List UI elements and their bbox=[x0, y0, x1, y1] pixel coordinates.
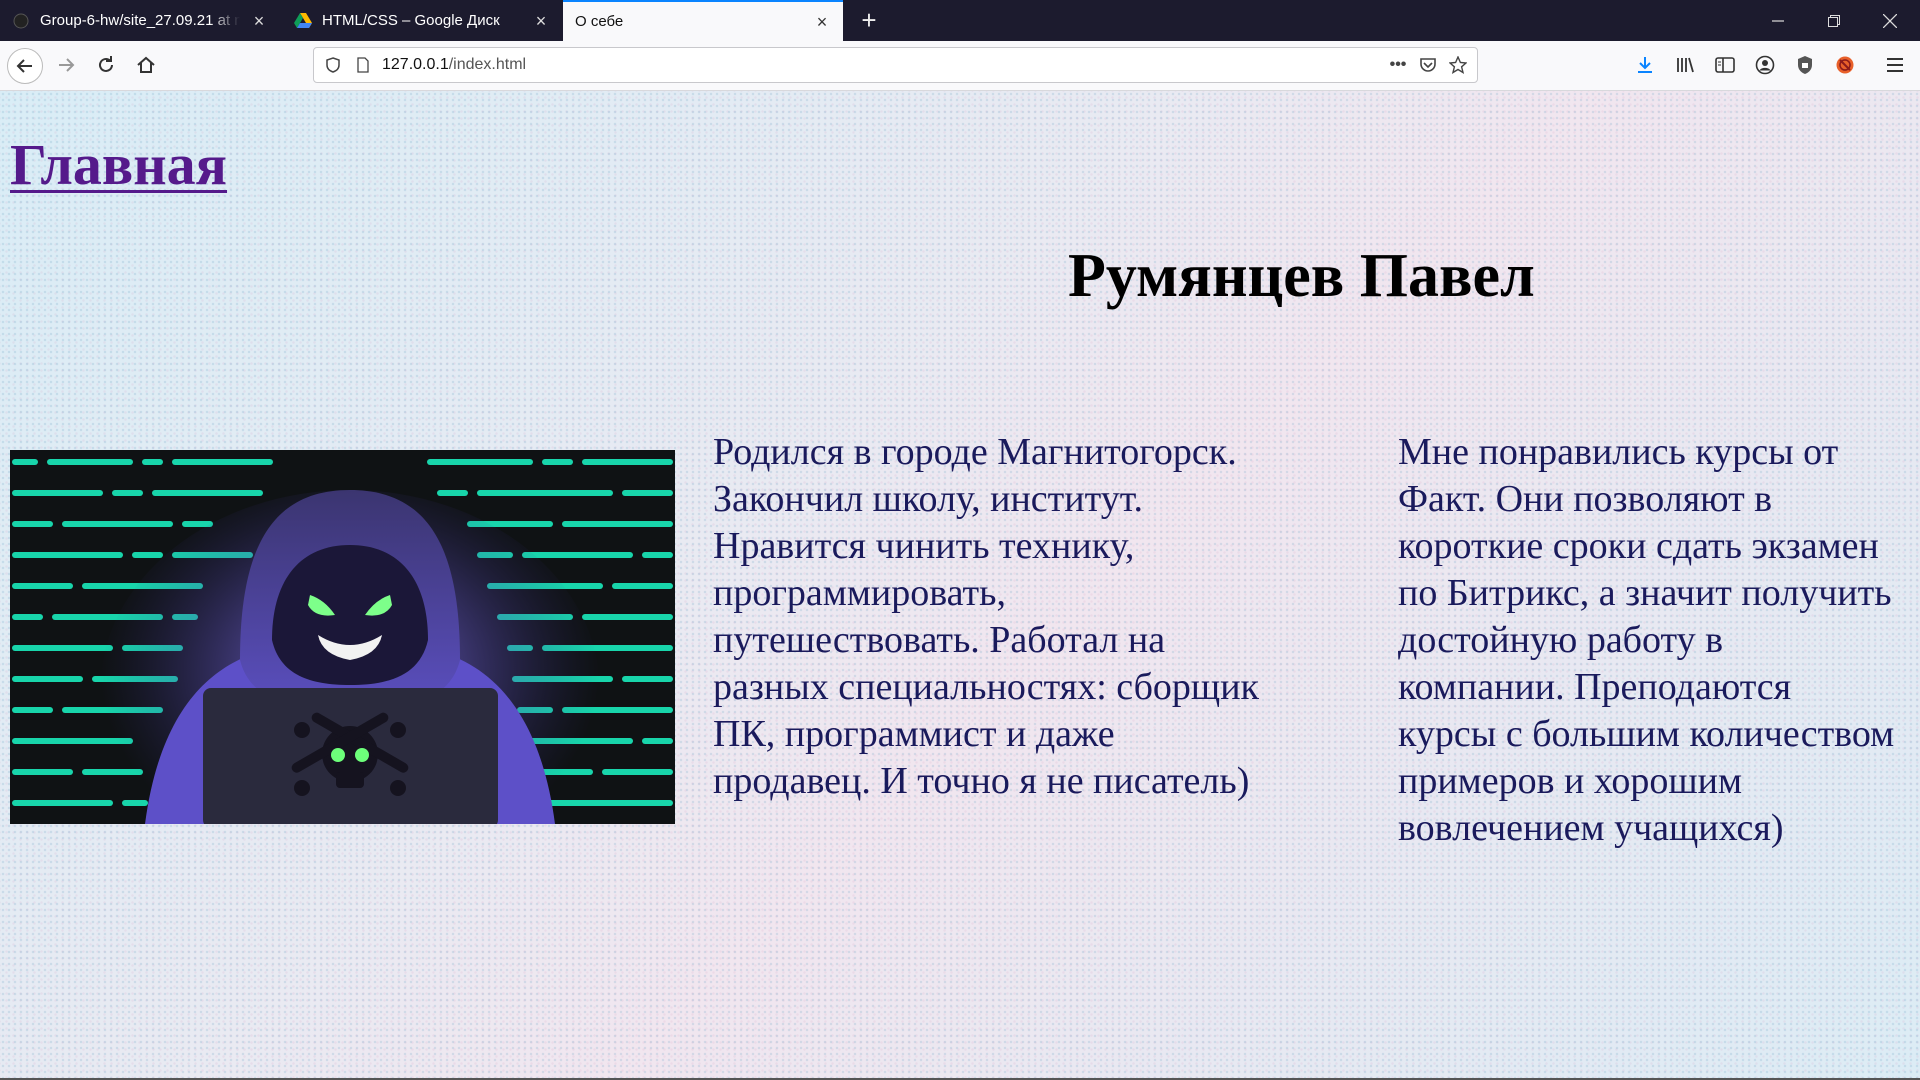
account-icon bbox=[1755, 55, 1775, 75]
extension-shield-icon bbox=[1798, 56, 1812, 74]
courses-text: Мне понравились курсы от Факт. Они позво… bbox=[1398, 431, 1895, 849]
url-text[interactable]: 127.0.0.1/index.html bbox=[382, 56, 526, 74]
google-drive-icon bbox=[294, 12, 312, 30]
library-button[interactable] bbox=[1669, 49, 1701, 81]
back-icon bbox=[16, 59, 32, 73]
navigation-toolbar: 127.0.0.1/index.html ••• bbox=[0, 41, 1920, 91]
close-tab-icon[interactable]: × bbox=[813, 13, 831, 31]
back-button[interactable] bbox=[7, 48, 43, 84]
sidebar-button[interactable] bbox=[1709, 49, 1741, 81]
bookmark-star-icon[interactable] bbox=[1443, 50, 1473, 80]
page-icon[interactable] bbox=[348, 50, 378, 80]
page-content: Главная Румянцев Павел Родился в городе … bbox=[0, 91, 1920, 1080]
tab-google-drive[interactable]: HTML/CSS – Google Диск × bbox=[282, 0, 562, 41]
tab-strip: Group-6-hw/site_27.09.21 at ma × HTML/CS… bbox=[0, 0, 1920, 41]
reload-icon bbox=[99, 56, 113, 72]
extension-blocked-icon bbox=[1836, 56, 1854, 74]
menu-button[interactable] bbox=[1879, 49, 1911, 81]
restore-window-button[interactable] bbox=[1806, 0, 1862, 41]
sidebar-icon bbox=[1715, 57, 1735, 73]
github-favicon-icon bbox=[12, 12, 30, 30]
reload-button[interactable] bbox=[89, 48, 123, 82]
close-tab-icon[interactable]: × bbox=[532, 12, 550, 30]
new-tab-button[interactable]: + bbox=[853, 4, 885, 36]
tab-github[interactable]: Group-6-hw/site_27.09.21 at ma × bbox=[0, 0, 280, 41]
home-button[interactable] bbox=[129, 48, 163, 82]
close-tab-icon[interactable]: × bbox=[250, 12, 268, 30]
pocket-icon[interactable] bbox=[1413, 50, 1443, 80]
minimize-icon bbox=[1772, 19, 1784, 22]
minimize-window-button[interactable] bbox=[1750, 0, 1806, 41]
library-icon bbox=[1677, 57, 1694, 73]
restore-icon bbox=[1828, 14, 1840, 27]
shield-icon[interactable] bbox=[318, 50, 348, 80]
page-title: Румянцев Павел bbox=[1068, 242, 1535, 310]
downloads-button[interactable] bbox=[1629, 49, 1661, 81]
close-icon bbox=[1883, 13, 1897, 28]
tab-title: HTML/CSS – Google Диск bbox=[322, 12, 500, 29]
address-bar[interactable]: 127.0.0.1/index.html ••• bbox=[313, 47, 1478, 83]
menu-icon bbox=[1887, 58, 1903, 72]
extension-shield-button[interactable] bbox=[1789, 49, 1821, 81]
download-icon bbox=[1638, 57, 1652, 73]
extension-blocked-button[interactable] bbox=[1829, 49, 1861, 81]
forward-button[interactable] bbox=[49, 48, 83, 82]
close-window-button[interactable] bbox=[1862, 0, 1918, 41]
forward-icon bbox=[59, 58, 75, 72]
bio-text: Родился в городе Магнитогорск. Закончил … bbox=[713, 431, 1259, 802]
tab-title: О себе bbox=[575, 13, 624, 30]
tab-about-me[interactable]: О себе × bbox=[563, 0, 843, 41]
home-icon bbox=[137, 56, 155, 73]
more-icon[interactable]: ••• bbox=[1383, 50, 1413, 80]
account-button[interactable] bbox=[1749, 49, 1781, 81]
hacker-illustration bbox=[10, 450, 675, 824]
home-link[interactable]: Главная bbox=[10, 131, 227, 198]
